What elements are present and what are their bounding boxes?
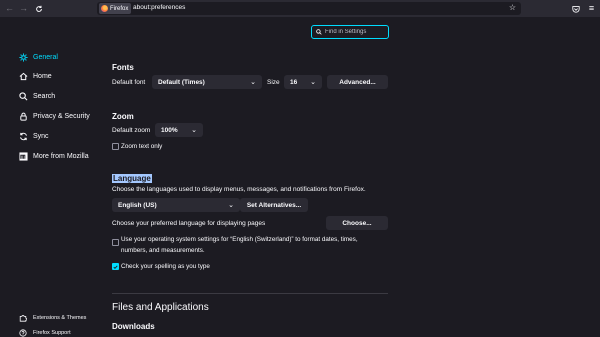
browser-toolbar: ← → Firefox about:preferences ☆ ≡	[0, 0, 600, 17]
forward-icon[interactable]: →	[17, 2, 30, 15]
section-divider	[112, 293, 388, 294]
sidebar-item-more-from-mozilla[interactable]: More from Mozilla	[18, 150, 89, 162]
os-settings-checkbox[interactable]	[112, 239, 119, 246]
settings-search[interactable]	[311, 25, 389, 39]
chevron-down-icon: ⌄	[310, 79, 316, 86]
os-settings-label-line2: numbers, and measurements.	[121, 247, 205, 254]
default-zoom-select[interactable]: 100% ⌄	[155, 123, 203, 137]
zoom-text-only-checkbox[interactable]	[112, 143, 119, 150]
url-bar[interactable]: Firefox about:preferences ☆	[97, 2, 521, 15]
zoom-text-only-label: Zoom text only	[121, 143, 163, 150]
sidebar-footer-label: Extensions & Themes	[33, 315, 87, 321]
zoom-heading: Zoom	[112, 112, 134, 121]
files-applications-heading: Files and Applications	[112, 302, 209, 313]
sidebar-footer-label: Firefox Support	[33, 330, 71, 336]
choose-language-button[interactable]: Choose...	[326, 216, 388, 230]
chevron-down-icon: ⌄	[250, 79, 256, 86]
sidebar-item-search[interactable]: Search	[18, 90, 55, 102]
default-font-label: Default font	[112, 79, 146, 86]
sidebar-item-sync[interactable]: Sync	[18, 130, 49, 142]
downloads-heading: Downloads	[112, 322, 155, 331]
advanced-fonts-button[interactable]: Advanced...	[327, 75, 388, 89]
puzzle-icon	[18, 313, 28, 323]
sidebar-item-label: General	[33, 53, 58, 61]
language-value: English (US)	[118, 201, 157, 209]
sync-icon	[18, 131, 28, 141]
search-input[interactable]	[325, 29, 385, 35]
firefox-logo-icon	[101, 5, 108, 12]
default-zoom-label: Default zoom	[112, 127, 151, 134]
search-icon	[18, 91, 28, 101]
reload-icon[interactable]	[32, 2, 45, 15]
sidebar-item-label: Home	[33, 72, 52, 80]
gear-icon	[18, 52, 28, 62]
language-description: Choose the languages used to display men…	[112, 186, 366, 193]
pocket-icon[interactable]	[569, 2, 582, 15]
fonts-heading: Fonts	[112, 63, 134, 72]
spelling-label: Check your spelling as you type	[121, 263, 210, 270]
back-icon[interactable]: ←	[3, 2, 16, 15]
font-size-label: Size	[267, 79, 280, 86]
home-icon	[18, 71, 28, 81]
sidebar-item-label: Privacy & Security	[33, 112, 90, 120]
identity-box[interactable]: Firefox	[99, 3, 132, 14]
sidebar-item-privacy[interactable]: Privacy & Security	[18, 110, 90, 122]
sidebar-item-home[interactable]: Home	[18, 70, 52, 82]
search-icon	[316, 29, 322, 35]
language-select[interactable]: English (US) ⌄	[112, 198, 240, 212]
lock-icon	[18, 111, 28, 121]
font-size-value: 16	[290, 78, 298, 86]
default-font-select[interactable]: Default (Times) ⌄	[152, 75, 262, 89]
mozilla-icon	[18, 151, 28, 161]
menu-icon[interactable]: ≡	[585, 2, 598, 15]
identity-label: Firefox	[110, 5, 129, 12]
pages-language-label: Choose your preferred language for displ…	[112, 220, 266, 227]
sidebar-footer-extensions[interactable]: Extensions & Themes	[18, 313, 86, 323]
url-text[interactable]: about:preferences	[133, 4, 185, 11]
chevron-down-icon: ⌄	[191, 127, 197, 134]
spelling-checkbox[interactable]	[112, 263, 119, 270]
checkmark-icon	[113, 264, 118, 269]
default-zoom-value: 100%	[161, 126, 178, 134]
sidebar-item-general[interactable]: General	[18, 51, 58, 63]
chevron-down-icon: ⌄	[228, 202, 234, 209]
sidebar-footer-support[interactable]: Firefox Support	[18, 328, 71, 337]
sidebar-item-label: More from Mozilla	[33, 152, 89, 160]
set-alternatives-button[interactable]: Set Alternatives...	[240, 198, 308, 212]
language-heading: Language	[112, 174, 152, 183]
help-icon	[18, 328, 28, 337]
bookmark-star-icon[interactable]: ☆	[509, 3, 516, 12]
os-settings-label-line1: Use your operating system settings for “…	[121, 236, 358, 243]
default-font-value: Default (Times)	[158, 78, 205, 86]
sidebar-item-label: Search	[33, 92, 56, 100]
font-size-select[interactable]: 16 ⌄	[284, 75, 322, 89]
sidebar-item-label: Sync	[33, 132, 49, 140]
